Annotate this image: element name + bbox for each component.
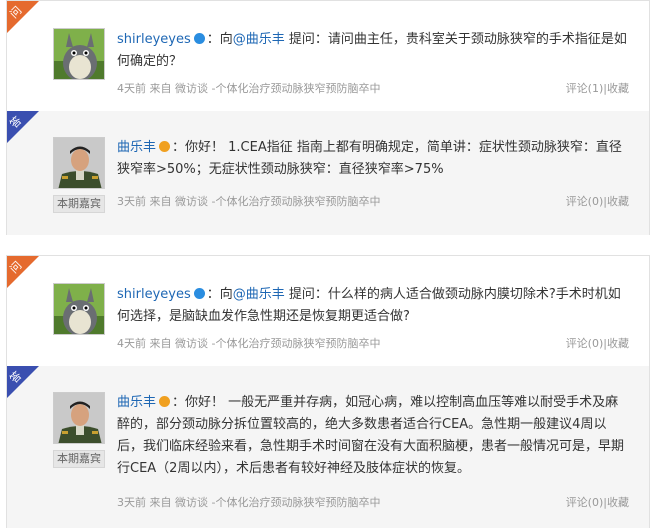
question-tag: 问 bbox=[7, 1, 39, 33]
totoro-avatar[interactable] bbox=[53, 283, 105, 335]
meta: 3天前 来自 微访谈 -个体化治疗颈动脉狭窄预防脑卒中 bbox=[117, 195, 381, 208]
user-link[interactable]: 曲乐丰 bbox=[117, 140, 156, 155]
answer-block: 答 本期嘉宾 曲乐丰 ：你好！ 1.CEA指征 指南上都有明确规定，简单讲：症状性… bbox=[7, 111, 649, 235]
time[interactable]: 3天前 bbox=[117, 195, 146, 208]
time[interactable]: 3天前 bbox=[117, 496, 146, 509]
doctor-avatar[interactable] bbox=[53, 137, 105, 189]
question-block: 问 shirleyeyes ：向@曲乐丰 提问：什么样的病人适合做颈动脉内膜切除术… bbox=[7, 256, 649, 366]
question-text: shirleyeyes ：向@曲乐丰 提问：请问曲主任，贵科室关于颈动脉狭窄的手术… bbox=[117, 32, 627, 69]
user-link[interactable]: shirleyeyes bbox=[117, 32, 191, 47]
user-link[interactable]: shirleyeyes bbox=[117, 287, 191, 302]
answer-body: ：你好！ 1.CEA指征 指南上都有明确规定，简单讲：症状性颈动脉狭窄：直径狭窄… bbox=[117, 140, 622, 177]
gold-verified-icon bbox=[159, 141, 171, 152]
favorite-link[interactable]: 收藏 bbox=[607, 195, 629, 208]
question-block: 问 shirleyeyes ：向@曲乐丰 提问：请问曲主任，贵科室关于颈动脉狭窄的… bbox=[7, 1, 649, 111]
question-tag: 问 bbox=[7, 256, 39, 288]
source-link[interactable]: 微访谈 -个体化治疗颈动脉狭窄预防脑卒中 bbox=[175, 337, 380, 350]
meta: 3天前 来自 微访谈 -个体化治疗颈动脉狭窄预防脑卒中 bbox=[117, 496, 381, 509]
actions: 评论(0)|收藏 bbox=[565, 195, 629, 208]
favorite-link[interactable]: 收藏 bbox=[607, 337, 629, 350]
doctor-avatar[interactable] bbox=[53, 392, 105, 444]
answer-block: 答 本期嘉宾 曲乐丰 ：你好！ 一般无严重并存病，如冠心病，难以控制高血压等难以耐… bbox=[7, 366, 649, 528]
blue-verified-icon bbox=[193, 288, 205, 299]
meta: 4天前 来自 微访谈 -个体化治疗颈动脉狭窄预防脑卒中 bbox=[117, 337, 381, 350]
question-text: shirleyeyes ：向@曲乐丰 提问：什么样的病人适合做颈动脉内膜切除术?手… bbox=[117, 287, 621, 324]
qa-card: 问 shirleyeyes ：向@曲乐丰 提问：什么样的病人适合做颈动脉内膜切除术… bbox=[6, 255, 650, 528]
answer-text: 曲乐丰 ：你好！ 1.CEA指征 指南上都有明确规定，简单讲：症状性颈动脉狭窄：直… bbox=[117, 137, 629, 181]
user-link[interactable]: 曲乐丰 bbox=[117, 395, 156, 410]
comment-link[interactable]: 评论(0) bbox=[566, 496, 604, 509]
actions: 评论(0)|收藏 bbox=[565, 496, 629, 509]
actions: 评论(0)|收藏 bbox=[565, 337, 629, 350]
comment-link[interactable]: 评论(0) bbox=[566, 337, 604, 350]
answer-tag: 答 bbox=[7, 111, 39, 143]
time[interactable]: 4天前 bbox=[117, 337, 146, 350]
question-body: 提问：什么样的病人适合做颈动脉内膜切除术?手术时机如何选择，是脑缺血发作急性期还… bbox=[117, 287, 621, 324]
totoro-avatar[interactable] bbox=[53, 28, 105, 80]
favorite-link[interactable]: 收藏 bbox=[607, 496, 629, 509]
guest-badge: 本期嘉宾 bbox=[53, 450, 105, 468]
comment-link[interactable]: 评论(0) bbox=[566, 195, 604, 208]
qa-card: 问 shirleyeyes ：向@曲乐丰 提问：请问曲主任，贵科室关于颈动脉狭窄的… bbox=[6, 0, 650, 235]
source-link[interactable]: 微访谈 -个体化治疗颈动脉狭窄预防脑卒中 bbox=[175, 82, 380, 95]
comment-link[interactable]: 评论(1) bbox=[566, 82, 604, 95]
actions: 评论(1)|收藏 bbox=[565, 82, 629, 95]
favorite-link[interactable]: 收藏 bbox=[607, 82, 629, 95]
answer-tag: 答 bbox=[7, 366, 39, 398]
blue-verified-icon bbox=[193, 33, 205, 44]
mention-link[interactable]: @曲乐丰 bbox=[233, 32, 285, 47]
gold-verified-icon bbox=[159, 396, 171, 407]
guest-badge: 本期嘉宾 bbox=[53, 195, 105, 213]
meta: 4天前 来自 微访谈 -个体化治疗颈动脉狭窄预防脑卒中 bbox=[117, 82, 381, 95]
source-link[interactable]: 微访谈 -个体化治疗颈动脉狭窄预防脑卒中 bbox=[175, 496, 380, 509]
source-link[interactable]: 微访谈 -个体化治疗颈动脉狭窄预防脑卒中 bbox=[175, 195, 380, 208]
answer-text: 曲乐丰 ：你好！ 一般无严重并存病，如冠心病，难以控制高血压等难以耐受手术及麻醉的… bbox=[117, 392, 629, 480]
mention-link[interactable]: @曲乐丰 bbox=[233, 287, 285, 302]
time[interactable]: 4天前 bbox=[117, 82, 146, 95]
answer-body: ：你好！ 一般无严重并存病，如冠心病，难以控制高血压等难以耐受手术及麻醉的，部分… bbox=[117, 395, 625, 476]
